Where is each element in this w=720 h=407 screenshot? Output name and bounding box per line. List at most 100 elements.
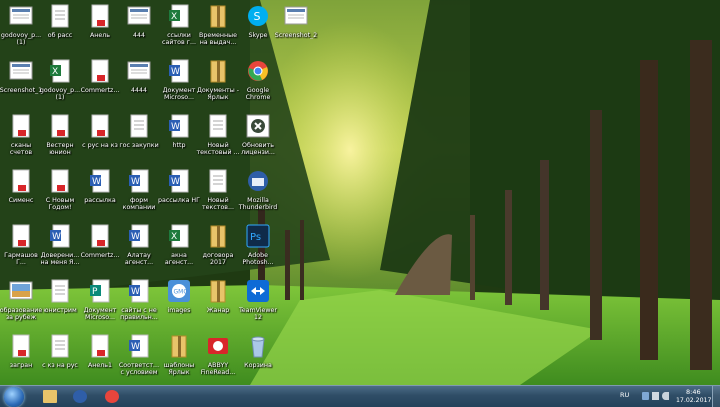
desktop-icon-label: акна агенст... xyxy=(164,252,194,267)
svg-text:X: X xyxy=(52,67,58,77)
desktop-icon-label: Соответст... с условием xyxy=(118,362,160,377)
desktop-icon[interactable]: Wформ компании xyxy=(118,167,160,221)
svg-text:W: W xyxy=(131,287,140,297)
explorer-icon xyxy=(43,390,57,403)
desktop-icon[interactable]: Корзина xyxy=(237,332,279,386)
pdf-doc-icon xyxy=(88,4,112,30)
desktop-icon[interactable]: Xакна агенст... xyxy=(158,222,200,276)
desktop-icon-label: Обновить лицензи... xyxy=(241,142,275,157)
desktop-icon[interactable]: юнистрим xyxy=(39,277,81,331)
desktop-icon[interactable]: P Документ Microso... xyxy=(79,277,121,331)
desktop-icon[interactable]: W Соответст... с условием xyxy=(118,332,160,386)
desktop-icon[interactable]: S Skype xyxy=(237,2,279,56)
desktop-icon[interactable]: образование за рубеж xyxy=(0,277,42,331)
pdf-doc-icon xyxy=(88,334,112,360)
desktop-icon-label: Screenshot_1 xyxy=(0,87,43,94)
desktop-icon[interactable]: Анель xyxy=(79,2,121,56)
svg-text:GMO: GMO xyxy=(174,289,189,296)
desktop-icon-label: об расс xyxy=(47,32,73,39)
screenshot-thumb-icon xyxy=(9,4,33,30)
desktop-icon[interactable]: Новый текстовый ... xyxy=(196,112,240,166)
desktop-icon-label: Анель xyxy=(89,32,111,39)
taskbar-app-button[interactable] xyxy=(36,387,64,406)
thunderbird-icon xyxy=(73,390,87,403)
desktop-icon-label: гос закупки xyxy=(119,142,159,149)
desktop-icon[interactable]: Жанар xyxy=(197,277,239,331)
desktop-icon[interactable]: Mozilla Thunderbird xyxy=(237,167,279,221)
desktop-icon[interactable]: Новый текстов... xyxy=(197,167,239,221)
start-button[interactable] xyxy=(4,387,24,407)
desktop-icon-label: Алатау агенст... xyxy=(124,252,154,267)
screenshot-thumb-icon xyxy=(127,4,151,30)
tray-flag-icon[interactable] xyxy=(642,392,649,400)
clock-time[interactable]: 8:46 xyxy=(686,388,701,396)
show-desktop-button[interactable] xyxy=(712,386,720,407)
desktop-icon[interactable]: об расс xyxy=(39,2,81,56)
desktop-icon[interactable]: гос закупки xyxy=(118,112,160,166)
desktop-icon[interactable]: Xссылки сайтов г... xyxy=(158,2,200,56)
desktop-icon-label: рассылка НГ xyxy=(157,197,200,204)
desktop-icon[interactable]: Commertz... xyxy=(79,222,121,276)
desktop-icon[interactable]: Commertz... xyxy=(79,57,121,111)
desktop-icon[interactable]: Гармашов Г... счета xyxy=(0,222,42,276)
desktop-icon-label: сайты с не правильн... xyxy=(120,307,158,322)
tray-network-icon[interactable] xyxy=(652,392,659,400)
clock-date[interactable]: 17.02.2017 xyxy=(676,397,711,404)
desktop-icon[interactable]: Wрассылка xyxy=(79,167,121,221)
desktop-icon[interactable]: W Доверени... на меня Я... xyxy=(39,222,81,276)
desktop-icon-label: 4444 xyxy=(130,87,148,94)
desktop-icon[interactable]: Whttp xyxy=(158,112,200,166)
text-doc-icon xyxy=(206,169,230,195)
desktop-icon[interactable]: Документы - Ярлык xyxy=(197,57,239,111)
desktop-icon[interactable]: шаблоны Ярлык xyxy=(158,332,200,386)
desktop-icon[interactable]: Временные на выдач... xyxy=(197,2,239,56)
abbyy-app-icon xyxy=(206,334,230,360)
svg-text:W: W xyxy=(92,177,101,187)
language-indicator[interactable]: RU xyxy=(620,391,629,399)
kaspersky-app-icon xyxy=(246,114,270,140)
word-doc-icon: W xyxy=(127,279,151,305)
tray-volume-icon[interactable] xyxy=(662,392,669,400)
desktop-icon-label: Гармашов Г... счета xyxy=(4,252,38,267)
desktop-icon[interactable]: Обновить лицензи... xyxy=(237,112,279,166)
desktop-icon[interactable]: 444 xyxy=(118,2,160,56)
desktop-icon-label: Жанар xyxy=(206,307,230,314)
desktop-icon[interactable]: с рус на кз xyxy=(79,112,121,166)
desktop-icon[interactable]: с кз на рус xyxy=(39,332,81,386)
desktop-icon[interactable]: С Новым Годом! xyxy=(39,167,81,221)
desktop-icon[interactable]: загран xyxy=(0,332,42,386)
desktop-icon[interactable]: Анель1 xyxy=(79,332,121,386)
desktop-icon[interactable]: Wрассылка НГ xyxy=(158,167,200,221)
desktop-icon-label: Доверени... на меня Я... xyxy=(40,252,80,267)
pdf-doc-icon xyxy=(9,224,33,250)
desktop-icon[interactable]: TeamViewer 12 xyxy=(237,277,279,331)
screenshot-thumb-icon xyxy=(9,59,33,85)
desktop-icon-label: рассылка xyxy=(84,197,116,204)
desktop-icon[interactable]: 4444 xyxy=(118,57,160,111)
excel-doc-icon: X xyxy=(48,59,72,85)
svg-text:P: P xyxy=(92,287,98,297)
desktop-icon-label: ссылки сайтов г... xyxy=(162,32,196,47)
desktop-icon[interactable]: сканы счетов xyxy=(0,112,42,166)
chrome-app-icon xyxy=(246,59,270,85)
desktop-icon[interactable]: Google Chrome xyxy=(237,57,279,111)
desktop-icon[interactable]: ABBYY FineRead... xyxy=(197,332,239,386)
desktop-icon[interactable]: договора 2017 xyxy=(197,222,239,276)
desktop-icon[interactable]: Screenshot_1 xyxy=(0,57,42,111)
pdf-doc-icon xyxy=(88,59,112,85)
taskbar-app-button[interactable] xyxy=(66,387,94,406)
desktop-icon-label: сканы счетов xyxy=(9,142,33,157)
desktop-icon[interactable]: Сименс xyxy=(0,167,42,221)
desktop-icon[interactable]: Screenshot_2 xyxy=(275,2,317,56)
desktop-icon[interactable]: Wсайты с не правильн... xyxy=(118,277,160,331)
desktop-icon[interactable]: GMO images xyxy=(158,277,200,331)
desktop-icon[interactable]: Ps Adobe Photosh... xyxy=(237,222,279,276)
desktop-icon[interactable]: Вестерн юнион xyxy=(39,112,81,166)
desktop-icon[interactable]: W Документ Microso... xyxy=(158,57,200,111)
desktop-icon[interactable]: godovoy_p... (1) xyxy=(0,2,42,56)
taskbar-app-button[interactable] xyxy=(98,387,126,406)
desktop-icon-label: Новый текстовый ... xyxy=(196,142,240,157)
desktop-icon[interactable]: Xgodovoy_p... (1) xyxy=(39,57,81,111)
desktop-icon[interactable]: W Алатау агенст... xyxy=(118,222,160,276)
desktop-icon-label: TeamViewer 12 xyxy=(238,307,278,322)
